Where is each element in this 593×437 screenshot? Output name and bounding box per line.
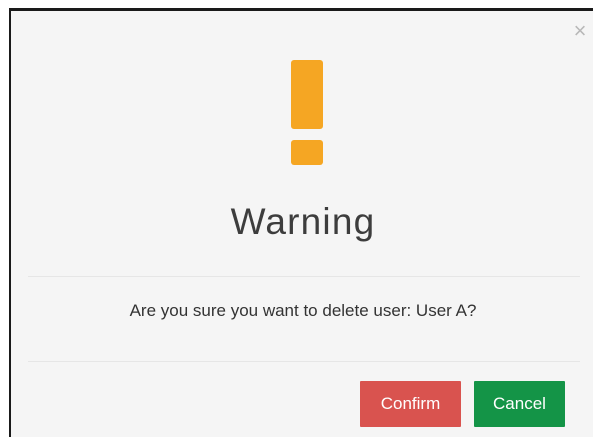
exclamation-dot bbox=[291, 140, 323, 165]
warning-dialog: × Warning Are you sure you want to delet… bbox=[9, 8, 593, 437]
divider bbox=[28, 361, 580, 362]
exclamation-icon bbox=[291, 60, 323, 168]
exclamation-bar bbox=[291, 60, 323, 129]
cancel-button[interactable]: Cancel bbox=[474, 381, 565, 427]
divider bbox=[28, 276, 580, 277]
dialog-message: Are you sure you want to delete user: Us… bbox=[129, 301, 477, 320]
confirm-button[interactable]: Confirm bbox=[360, 381, 461, 427]
dialog-title: Warning bbox=[230, 201, 376, 242]
close-icon[interactable]: × bbox=[571, 20, 589, 42]
